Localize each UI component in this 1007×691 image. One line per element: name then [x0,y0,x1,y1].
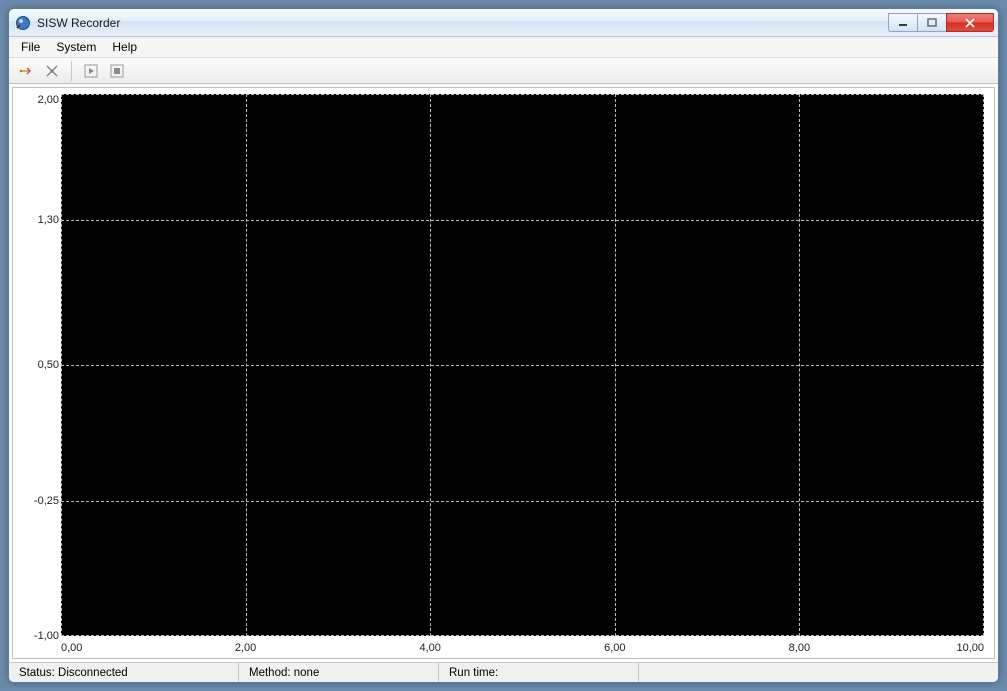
minimize-button[interactable] [888,13,918,32]
y-tick-label: -1,00 [19,630,59,642]
plot-container: 2,00 1,30 0,50 -0,25 -1,00 0,00 2,00 4,0… [12,87,995,659]
menu-file[interactable]: File [13,37,48,57]
title-bar[interactable]: SISW Recorder [9,9,998,37]
window-controls [889,13,994,32]
status-connection: Status: Disconnected [9,663,239,682]
maximize-icon [927,18,937,28]
grid-line-h [61,501,984,502]
status-spacer [639,663,998,682]
play-icon [83,63,99,79]
menu-system[interactable]: System [48,37,104,57]
status-runtime: Run time: [439,663,639,682]
stop-button[interactable] [106,60,128,82]
menu-bar: File System Help [9,37,998,58]
grid-line-h [61,220,984,221]
app-icon [15,15,31,31]
toolbar [9,58,998,84]
y-tick-label: -0,25 [19,495,59,507]
status-connection-label: Status: [19,667,55,679]
y-tick-label: 0,50 [19,359,59,371]
x-tick-label: 2,00 [235,642,256,654]
status-bar: Status: Disconnected Method: none Run ti… [9,662,998,682]
connect-button[interactable] [15,60,37,82]
grid-line-h [61,365,984,366]
connect-icon [18,63,34,79]
status-runtime-label: Run time: [449,667,498,679]
x-tick-label: 4,00 [419,642,440,654]
status-method: Method: none [239,663,439,682]
status-connection-value: Disconnected [58,667,128,679]
menu-help[interactable]: Help [104,37,145,57]
close-button[interactable] [946,13,994,32]
x-tick-label: 6,00 [604,642,625,654]
x-tick-label: 10,00 [956,642,984,654]
disconnect-icon [44,63,60,79]
status-method-value: none [294,667,320,679]
disconnect-button[interactable] [41,60,63,82]
toolbar-separator [71,61,72,81]
stop-icon [109,63,125,79]
x-tick-label: 0,00 [61,642,82,654]
window-title: SISW Recorder [37,16,889,30]
close-icon [964,18,976,28]
app-window: SISW Recorder File System Help [8,8,999,683]
maximize-button[interactable] [917,13,947,32]
play-button[interactable] [80,60,102,82]
grid-line-h [61,635,984,636]
y-tick-label: 2,00 [19,94,59,106]
minimize-icon [898,18,908,28]
x-tick-label: 8,00 [789,642,810,654]
grid-line-h [61,94,984,95]
plot-area[interactable] [61,94,984,636]
status-method-label: Method: [249,667,291,679]
y-tick-label: 1,30 [19,214,59,226]
